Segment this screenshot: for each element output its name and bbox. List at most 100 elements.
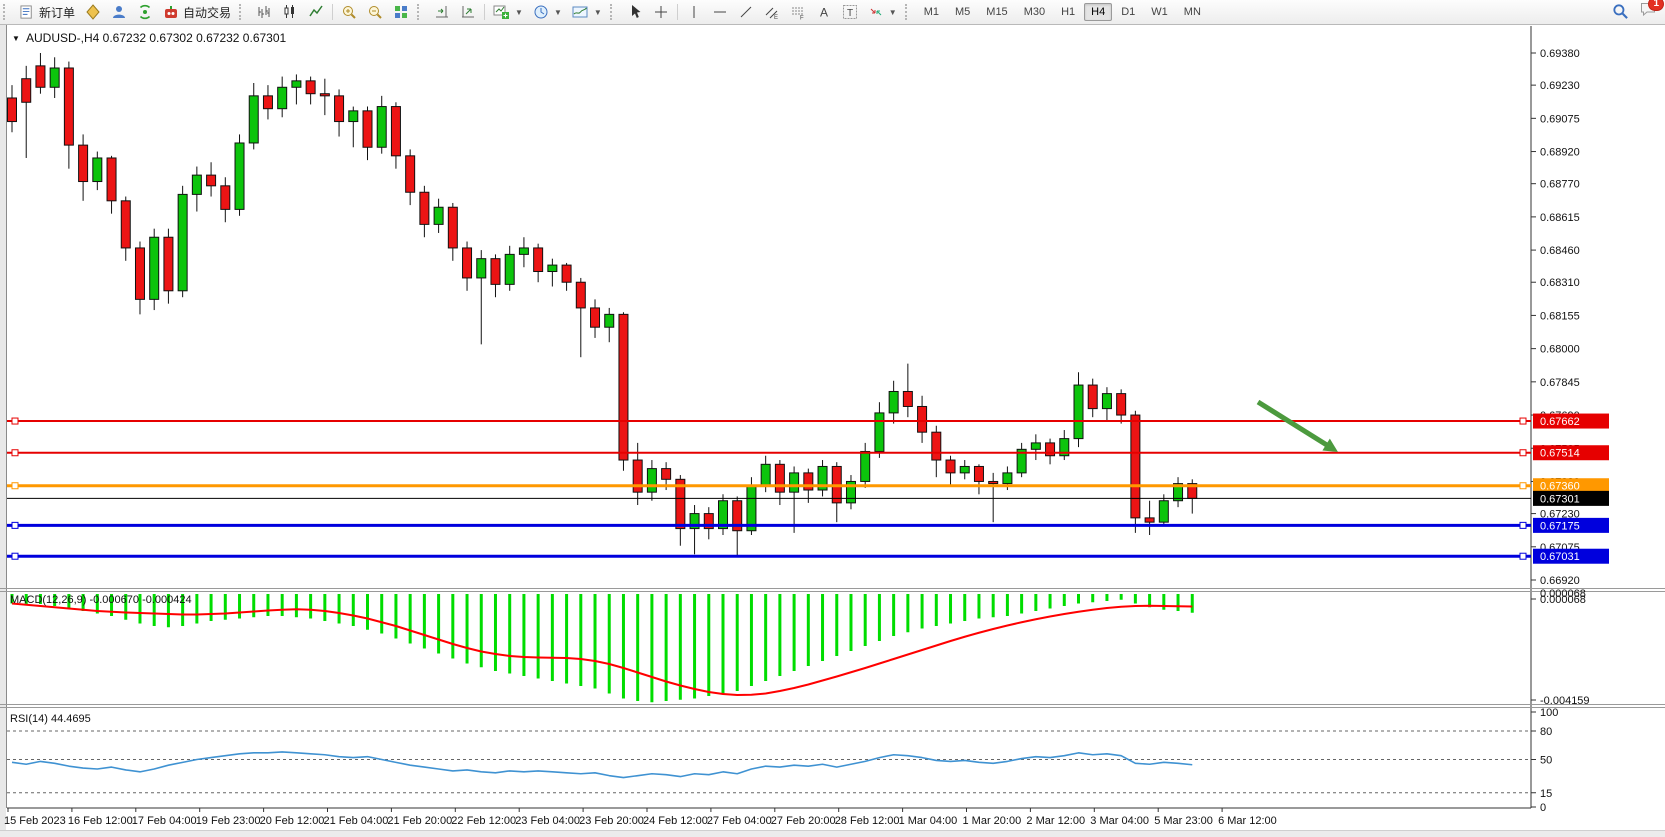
chart-canvas[interactable]: 0.693800.692300.690750.689200.687700.686… (0, 24, 1665, 837)
svg-text:16 Feb 12:00: 16 Feb 12:00 (68, 815, 133, 827)
svg-text:22 Feb 12:00: 22 Feb 12:00 (451, 815, 516, 827)
svg-text:0.67301: 0.67301 (1540, 493, 1580, 505)
svg-text:21 Feb 20:00: 21 Feb 20:00 (387, 815, 452, 827)
trendline-button[interactable] (733, 1, 759, 23)
chart-shift-button[interactable] (429, 1, 455, 23)
svg-text:F: F (800, 16, 804, 21)
toolbar-grip[interactable] (417, 4, 424, 20)
tab-timeframe-w1[interactable]: W1 (1144, 3, 1175, 21)
fibonacci-icon: F (790, 4, 806, 20)
text-tool-button[interactable]: A (811, 1, 837, 23)
toolbar-grip[interactable] (905, 4, 912, 20)
toolbar-grip[interactable] (239, 4, 246, 20)
chevron-down-icon: ▼ (889, 8, 897, 17)
profile-button[interactable] (106, 1, 132, 23)
new-order-icon (20, 5, 35, 20)
tab-timeframe-mn[interactable]: MN (1177, 3, 1208, 21)
tab-timeframe-m5[interactable]: M5 (948, 3, 977, 21)
crosshair-button[interactable] (648, 1, 674, 23)
auto-scroll-button[interactable] (455, 1, 481, 23)
tab-timeframe-d1[interactable]: D1 (1114, 3, 1142, 21)
svg-text:28 Feb 12:00: 28 Feb 12:00 (835, 815, 900, 827)
autotrading-icon (163, 4, 179, 20)
new-order-label: 新订单 (39, 4, 75, 21)
status-bar (0, 830, 1665, 837)
svg-text:0.68000: 0.68000 (1540, 344, 1580, 356)
fibonacci-button[interactable]: F (785, 1, 811, 23)
horizontal-line-button[interactable] (707, 1, 733, 23)
vertical-line-button[interactable] (681, 1, 707, 23)
svg-text:21 Feb 04:00: 21 Feb 04:00 (324, 815, 389, 827)
tab-timeframe-m15[interactable]: M15 (979, 3, 1014, 21)
svg-text:E: E (774, 15, 778, 20)
svg-text:0.66920: 0.66920 (1540, 575, 1580, 587)
svg-text:AUDUSD-,H4 0.67232 0.67302 0.: AUDUSD-,H4 0.67232 0.67302 0.67232 0.673… (26, 31, 287, 45)
chevron-down-icon: ▼ (594, 8, 602, 17)
svg-text:0.68770: 0.68770 (1540, 179, 1580, 191)
tile-windows-button[interactable] (388, 1, 414, 23)
cursor-button[interactable] (622, 1, 648, 23)
new-order-button[interactable]: 新订单 (15, 1, 80, 23)
equidistant-channel-button[interactable]: E (759, 1, 785, 23)
svg-text:17 Feb 04:00: 17 Feb 04:00 (132, 815, 197, 827)
svg-text:23 Feb 04:00: 23 Feb 04:00 (515, 815, 580, 827)
zoom-in-icon (341, 4, 357, 20)
svg-text:0.69075: 0.69075 (1540, 113, 1580, 125)
template-button[interactable]: ▼ (567, 1, 607, 23)
signal-broadcast-icon (137, 4, 153, 20)
svg-text:1 Mar 20:00: 1 Mar 20:00 (963, 815, 1022, 827)
svg-text:0.67031: 0.67031 (1540, 551, 1580, 563)
text-tool-icon: A (816, 4, 832, 20)
equidistant-channel-icon: E (764, 4, 780, 20)
svg-text:MACD(12,26,9) -0.000670 -0.000: MACD(12,26,9) -0.000670 -0.000424 (10, 594, 192, 606)
cursor-icon (627, 4, 643, 20)
svg-text:RSI(14) 44.4695: RSI(14) 44.4695 (10, 713, 91, 725)
period-button[interactable]: ▼ (528, 1, 567, 23)
svg-text:6 Mar 12:00: 6 Mar 12:00 (1218, 815, 1277, 827)
candlestick-chart-button[interactable] (277, 1, 303, 23)
svg-text:0.68920: 0.68920 (1540, 147, 1580, 159)
svg-text:0.67662: 0.67662 (1540, 416, 1580, 428)
svg-text:0.67514: 0.67514 (1540, 448, 1580, 460)
tab-timeframe-h1[interactable]: H1 (1054, 3, 1082, 21)
search-icon[interactable] (1612, 3, 1629, 20)
svg-text:0.67175: 0.67175 (1540, 520, 1580, 532)
horizontal-line-icon (712, 4, 728, 20)
svg-text:2 Mar 12:00: 2 Mar 12:00 (1026, 815, 1085, 827)
svg-text:20 Feb 12:00: 20 Feb 12:00 (260, 815, 325, 827)
svg-text:27 Feb 20:00: 27 Feb 20:00 (771, 815, 836, 827)
main-toolbar: 新订单 自动交易 (0, 0, 1665, 25)
line-chart-icon (308, 4, 324, 20)
arrows-tool-button[interactable]: ▼ (863, 1, 902, 23)
notification-badge: 1 (1648, 0, 1664, 11)
svg-text:19 Feb 23:00: 19 Feb 23:00 (196, 815, 261, 827)
bar-chart-icon (256, 4, 272, 20)
svg-text:80: 80 (1540, 726, 1552, 738)
svg-text:15 Feb 2023: 15 Feb 2023 (4, 815, 66, 827)
toolbar-grip[interactable] (3, 4, 10, 20)
svg-text:27 Feb 04:00: 27 Feb 04:00 (707, 815, 772, 827)
svg-text:0.68460: 0.68460 (1540, 245, 1580, 257)
notifications-button[interactable]: 1 (1639, 1, 1657, 22)
chart-shift-icon (434, 4, 450, 20)
autotrading-button[interactable]: 自动交易 (158, 1, 236, 23)
svg-text:0.67845: 0.67845 (1540, 377, 1580, 389)
history-center-button[interactable] (80, 1, 106, 23)
new-chart-button[interactable]: ▼ (488, 1, 528, 23)
zoom-in-button[interactable] (336, 1, 362, 23)
svg-text:5 Mar 23:00: 5 Mar 23:00 (1154, 815, 1213, 827)
tab-timeframe-m30[interactable]: M30 (1017, 3, 1052, 21)
signals-button[interactable] (132, 1, 158, 23)
text-label-button[interactable]: T (837, 1, 863, 23)
chart-window[interactable]: 0.693800.692300.690750.689200.687700.686… (0, 24, 1665, 837)
tab-timeframe-m1[interactable]: M1 (917, 3, 946, 21)
bar-chart-button[interactable] (251, 1, 277, 23)
tab-timeframe-h4[interactable]: H4 (1084, 3, 1112, 21)
svg-text:1 Mar 04:00: 1 Mar 04:00 (899, 815, 958, 827)
pane-frames (0, 24, 1665, 837)
svg-text:3 Mar 04:00: 3 Mar 04:00 (1090, 815, 1149, 827)
toolbar-grip[interactable] (610, 4, 617, 20)
zoom-out-button[interactable] (362, 1, 388, 23)
line-chart-button[interactable] (303, 1, 329, 23)
svg-text:0.68155: 0.68155 (1540, 310, 1580, 322)
